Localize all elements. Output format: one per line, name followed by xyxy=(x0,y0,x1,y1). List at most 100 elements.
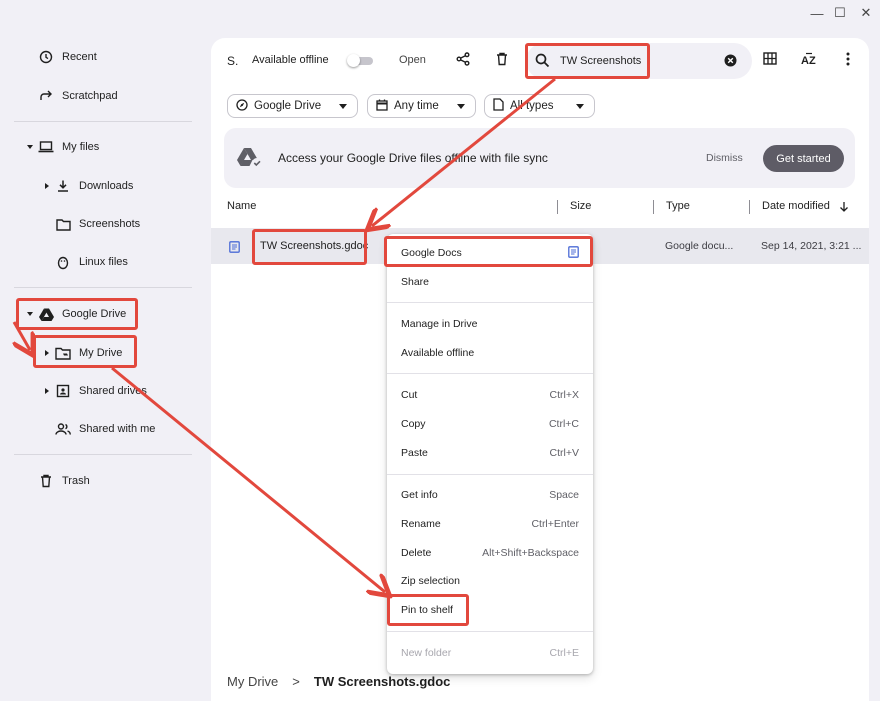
share-button[interactable] xyxy=(452,50,474,72)
caret-down-icon[interactable] xyxy=(24,141,36,153)
people-icon xyxy=(55,421,71,437)
sidebar-item-shared-drives[interactable]: Shared drives xyxy=(41,378,147,404)
annotation-box-search xyxy=(525,43,650,79)
file-sync-banner: Access your Google Drive files offline w… xyxy=(224,128,855,188)
menu-item-available-offline[interactable]: Available offline xyxy=(387,342,593,364)
trash-icon xyxy=(38,473,54,489)
sidebar-item-label: Trash xyxy=(62,475,90,487)
redo-arrow-icon xyxy=(38,88,54,104)
menu-item-new-folder: New folder Ctrl+E xyxy=(387,642,593,664)
chip-label: All types xyxy=(510,100,554,112)
sidebar-item-trash[interactable]: Trash xyxy=(38,468,90,494)
menu-item-share[interactable]: Share xyxy=(387,271,593,293)
menu-item-label: Get info xyxy=(401,489,438,501)
column-separator xyxy=(653,200,654,214)
sidebar-item-downloads[interactable]: Downloads xyxy=(41,173,133,199)
breadcrumb: My Drive > TW Screenshots.gdoc xyxy=(227,674,450,689)
clear-search-icon[interactable] xyxy=(724,54,737,72)
sidebar-item-screenshots[interactable]: Screenshots xyxy=(55,211,140,237)
location-filter-chip[interactable]: Google Drive xyxy=(227,94,358,118)
menu-item-cut[interactable]: Cut Ctrl+X xyxy=(387,384,593,406)
grid-view-button[interactable] xyxy=(759,50,781,72)
menu-item-manage-in-drive[interactable]: Manage in Drive xyxy=(387,313,593,335)
caret-right-icon[interactable] xyxy=(41,180,53,192)
menu-item-shortcut: Space xyxy=(549,489,579,501)
menu-item-delete[interactable]: Delete Alt+Shift+Backspace xyxy=(387,542,593,564)
sidebar-item-my-files[interactable]: My files xyxy=(24,134,99,160)
column-header-name[interactable]: Name xyxy=(227,200,256,212)
sidebar-item-recent[interactable]: Recent xyxy=(38,44,97,70)
share-icon xyxy=(456,51,470,71)
menu-item-label: Available offline xyxy=(401,347,475,359)
column-header-date-modified[interactable]: Date modified xyxy=(762,200,830,212)
download-icon xyxy=(55,178,71,194)
menu-item-label: Rename xyxy=(401,518,441,530)
available-offline-label: Available offline xyxy=(252,54,329,66)
sort-arrow-down-icon[interactable] xyxy=(839,200,849,218)
menu-item-label: Zip selection xyxy=(401,575,460,587)
laptop-icon xyxy=(38,139,54,155)
get-started-button[interactable]: Get started xyxy=(763,145,844,172)
dropdown-arrow-icon xyxy=(457,100,465,112)
column-separator xyxy=(749,200,750,214)
more-vert-icon xyxy=(846,52,850,71)
menu-item-shortcut: Ctrl+V xyxy=(549,447,579,459)
sidebar-item-label: Screenshots xyxy=(79,218,141,230)
menu-item-label: New folder xyxy=(401,647,452,659)
column-header-type[interactable]: Type xyxy=(666,200,690,212)
menu-item-shortcut: Ctrl+E xyxy=(549,647,579,659)
banner-message: Access your Google Drive files offline w… xyxy=(278,151,548,165)
clock-icon xyxy=(38,49,54,65)
maximize-icon: ☐ xyxy=(834,5,846,20)
menu-separator xyxy=(387,373,593,374)
menu-separator xyxy=(387,302,593,303)
menu-item-label: Share xyxy=(401,276,430,288)
available-offline-toggle[interactable] xyxy=(347,54,373,67)
breadcrumb-my-drive[interactable]: My Drive xyxy=(227,674,278,689)
chip-label: Google Drive xyxy=(254,100,322,112)
menu-item-shortcut: Alt+Shift+Backspace xyxy=(482,547,579,559)
breadcrumb-current: TW Screenshots.gdoc xyxy=(313,674,451,689)
time-filter-chip[interactable]: Any time xyxy=(367,94,476,118)
open-button[interactable]: Open xyxy=(399,54,426,66)
dismiss-button[interactable]: Dismiss xyxy=(706,152,743,164)
sort-button[interactable]: AZ xyxy=(798,50,820,72)
sidebar-divider xyxy=(14,287,192,288)
menu-item-copy[interactable]: Copy Ctrl+C xyxy=(387,413,593,435)
shared-drive-icon xyxy=(55,383,71,399)
sidebar-item-label: Shared drives xyxy=(79,385,147,397)
column-header-size[interactable]: Size xyxy=(570,200,591,212)
folder-icon xyxy=(55,216,71,232)
menu-item-paste[interactable]: Paste Ctrl+V xyxy=(387,442,593,464)
file-type: Google docu... xyxy=(665,240,734,252)
maximize-button[interactable]: ☐ xyxy=(831,4,849,22)
more-options-button[interactable] xyxy=(837,50,859,72)
menu-item-get-info[interactable]: Get info Space xyxy=(387,484,593,506)
minimize-button[interactable]: — xyxy=(808,4,826,22)
sidebar-item-label: My files xyxy=(62,141,100,153)
breadcrumb-separator: > xyxy=(292,674,300,689)
menu-item-shortcut: Ctrl+Enter xyxy=(531,518,579,530)
close-icon: ✕ xyxy=(860,5,872,20)
annotation-box-pin-to-shelf xyxy=(387,594,469,626)
caret-right-icon[interactable] xyxy=(41,385,53,397)
sidebar-item-linux-files[interactable]: Linux files xyxy=(55,249,128,275)
delete-button[interactable] xyxy=(491,50,513,72)
menu-item-label: Manage in Drive xyxy=(401,318,478,330)
menu-item-label: Delete xyxy=(401,547,432,559)
sidebar-item-shared-with-me[interactable]: Shared with me xyxy=(55,416,155,442)
annotation-box-file xyxy=(252,229,367,265)
sidebar-item-label: Shared with me xyxy=(79,423,156,435)
menu-item-zip-selection[interactable]: Zip selection xyxy=(387,570,593,592)
annotation-box-google-docs xyxy=(384,236,593,267)
close-window-button[interactable]: ✕ xyxy=(857,4,875,22)
menu-separator xyxy=(387,631,593,632)
sidebar-item-label: Linux files xyxy=(79,256,128,268)
linux-penguin-icon xyxy=(55,254,71,270)
compass-icon xyxy=(236,98,248,114)
type-filter-chip[interactable]: All types xyxy=(484,94,595,118)
sidebar-item-scratchpad[interactable]: Scratchpad xyxy=(38,83,118,109)
menu-item-label: Cut xyxy=(401,389,418,401)
title-bar: — ☐ ✕ xyxy=(0,0,880,26)
menu-item-rename[interactable]: Rename Ctrl+Enter xyxy=(387,513,593,535)
